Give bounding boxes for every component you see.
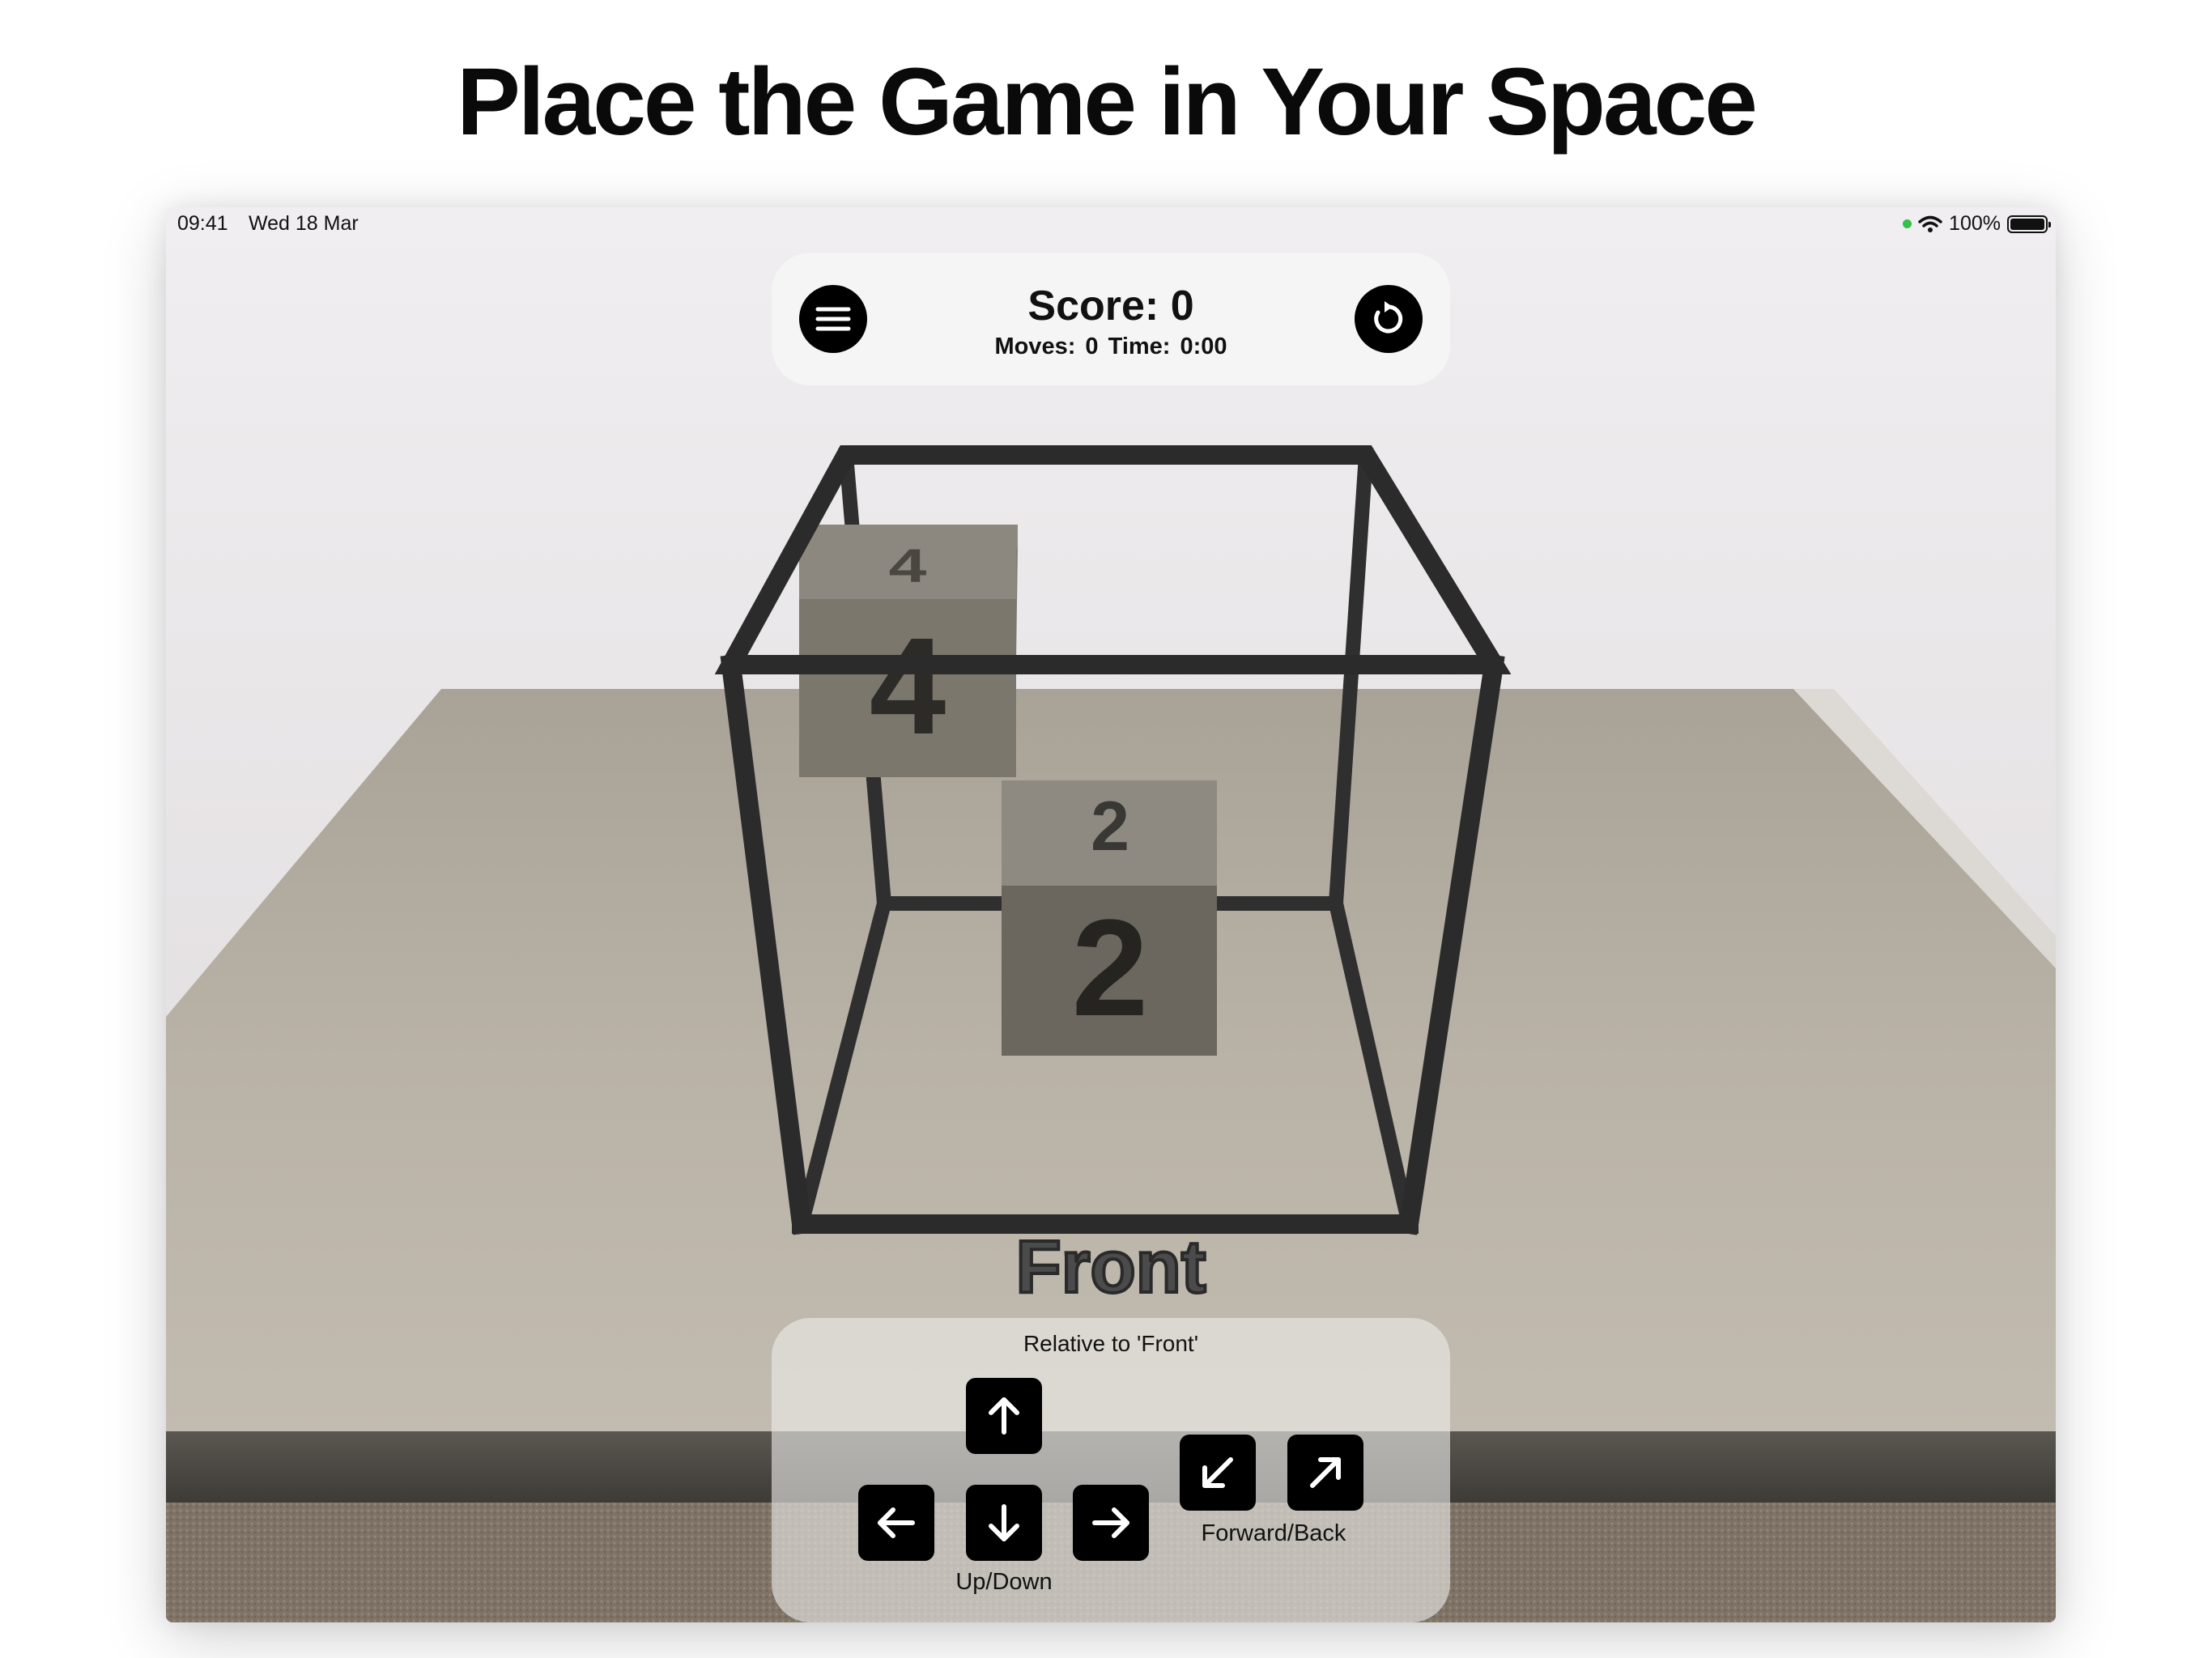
- camera-indicator-icon: [1903, 219, 1912, 228]
- status-bar: 09:41 Wed 18 Mar 100%: [166, 207, 2056, 240]
- arrow-up-icon: [989, 1397, 1019, 1435]
- wifi-icon: [1918, 215, 1942, 232]
- block-2-front-number: 2: [1072, 891, 1149, 1045]
- arrow-down-left-icon: [1202, 1457, 1233, 1488]
- block-4-front-number: 4: [870, 610, 946, 763]
- block-4-top-number: 4: [889, 539, 927, 593]
- block-2: 2 2: [1002, 780, 1217, 1056]
- moves-value: 0: [1085, 334, 1099, 359]
- arrow-up-right-icon: [1310, 1457, 1341, 1488]
- control-panel: Relative to 'Front' Up/Down Forward/Back: [772, 1318, 1450, 1622]
- score-stats: Moves: 0 Time: 0:00: [772, 334, 1450, 360]
- score-value: 0: [1170, 283, 1194, 329]
- score-display: Score: 0: [772, 282, 1450, 330]
- score-panel: Score: 0 Moves: 0 Time: 0:00: [772, 253, 1450, 385]
- block-2-top-number: 2: [1091, 788, 1129, 865]
- headline: Place the Game in Your Space: [457, 49, 1758, 155]
- arrow-down-icon: [989, 1504, 1019, 1541]
- block-4: 4 4: [798, 525, 1018, 777]
- status-date: Wed 18 Mar: [249, 212, 359, 235]
- move-forward-button[interactable]: [1180, 1435, 1256, 1511]
- battery-icon: [2007, 215, 2051, 233]
- arrow-left-icon: [878, 1507, 915, 1538]
- up-down-label: Up/Down: [955, 1569, 1053, 1595]
- moves-label: Moves:: [994, 334, 1076, 359]
- move-back-button[interactable]: [1287, 1435, 1363, 1511]
- move-down-button[interactable]: [966, 1485, 1042, 1561]
- score-label: Score:: [1027, 283, 1159, 329]
- relative-label: Relative to 'Front': [1023, 1331, 1199, 1356]
- front-label: Front: [1015, 1226, 1206, 1308]
- arrow-right-icon: [1092, 1507, 1129, 1538]
- device-screen: 4 4 2 2 Front 09:41 Wed 18 Mar 100% Scor…: [166, 207, 2056, 1622]
- status-time: 09:41: [177, 212, 228, 235]
- move-right-button[interactable]: [1073, 1485, 1149, 1561]
- time-value: 0:00: [1180, 334, 1227, 359]
- battery-percent: 100%: [1949, 212, 2001, 235]
- time-label: Time:: [1108, 334, 1171, 359]
- status-indicators: 100%: [1903, 212, 2051, 236]
- reset-icon: [1374, 301, 1403, 334]
- forward-back-label: Forward/Back: [1201, 1520, 1346, 1546]
- move-up-button[interactable]: [966, 1378, 1042, 1454]
- move-left-button[interactable]: [858, 1485, 934, 1561]
- reset-button[interactable]: [1355, 285, 1423, 353]
